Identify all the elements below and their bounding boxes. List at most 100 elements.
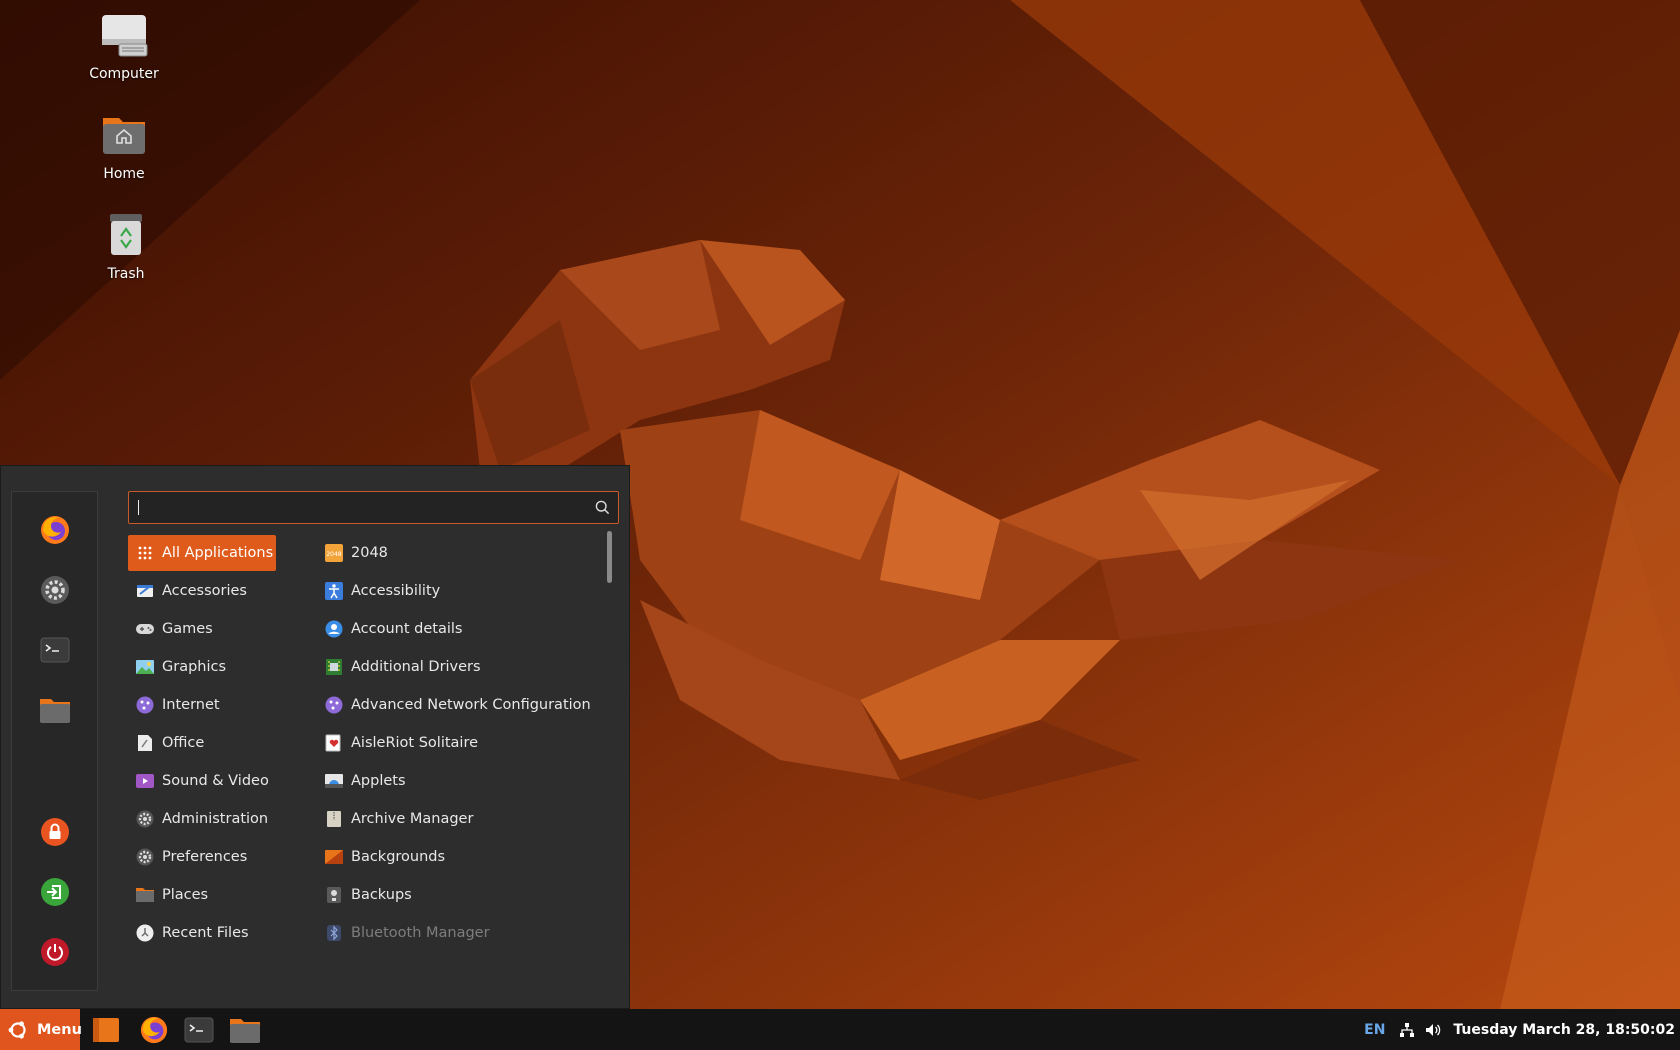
- desktop-icon-computer[interactable]: Computer: [69, 12, 179, 82]
- category-games[interactable]: Games: [128, 611, 276, 647]
- category-label: Internet: [162, 697, 220, 713]
- favorite-files[interactable]: [37, 692, 73, 728]
- bluetooth-icon: [325, 924, 343, 942]
- taskbar: Menu EN Tuesday March 28, 18:50:02: [0, 1009, 1680, 1050]
- app-label: AisleRiot Solitaire: [351, 735, 479, 751]
- category-accessories[interactable]: Accessories: [128, 573, 276, 609]
- category-graphics[interactable]: Graphics: [128, 649, 276, 685]
- app-label: Backgrounds: [351, 849, 446, 865]
- category-label: Graphics: [162, 659, 227, 675]
- app-label: Backups: [351, 887, 412, 903]
- category-label: Sound & Video: [162, 773, 269, 789]
- taskbar-firefox[interactable]: [136, 1013, 172, 1046]
- app-list-scrollbar[interactable]: [607, 531, 612, 583]
- app-label: 2048: [351, 545, 388, 561]
- app-accessibility[interactable]: Accessibility: [317, 573, 607, 609]
- desktop-icon-label: Home: [103, 166, 145, 182]
- show-desktop-icon: [93, 1017, 119, 1042]
- menu-button-label: Menu: [37, 1021, 82, 1038]
- app-label: Account details: [351, 621, 463, 637]
- app-backgrounds[interactable]: Backgrounds: [317, 839, 607, 875]
- applets-icon: [325, 772, 343, 790]
- backups-icon: [325, 886, 343, 904]
- firefox-icon: [140, 1016, 168, 1043]
- category-places[interactable]: Places: [128, 877, 276, 913]
- app-label: Accessibility: [351, 583, 441, 599]
- system-tray: EN Tuesday March 28, 18:50:02: [1364, 1009, 1680, 1050]
- taskbar-files[interactable]: [227, 1013, 263, 1046]
- category-all-applications[interactable]: All Applications: [128, 535, 276, 571]
- globe-icon: [136, 696, 154, 714]
- power-icon: [41, 938, 69, 966]
- svg-text:2048: 2048: [326, 551, 341, 558]
- cards-icon: [325, 734, 343, 752]
- folder-icon: [40, 699, 70, 723]
- logout-icon: [41, 878, 69, 906]
- app-label: Bluetooth Manager: [351, 925, 490, 941]
- category-label: Games: [162, 621, 213, 637]
- volume-icon[interactable]: [1425, 1022, 1441, 1038]
- home-folder-icon: [69, 112, 179, 162]
- gear-icon: [136, 810, 154, 828]
- taskbar-terminal[interactable]: [181, 1013, 217, 1046]
- network-icon[interactable]: [1399, 1022, 1415, 1038]
- app-label: Archive Manager: [351, 811, 474, 827]
- session-logout[interactable]: [37, 874, 73, 910]
- app-aisleriot-solitaire[interactable]: AisleRiot Solitaire: [317, 725, 607, 761]
- archive-icon: [325, 810, 343, 828]
- category-sound-video[interactable]: Sound & Video: [128, 763, 276, 799]
- keyboard-layout-indicator[interactable]: EN: [1364, 1022, 1385, 1038]
- category-internet[interactable]: Internet: [128, 687, 276, 723]
- application-menu: All Applications Accessories Games Graph…: [0, 465, 630, 1009]
- category-recent-files[interactable]: Recent Files: [128, 915, 276, 951]
- favorite-terminal[interactable]: [37, 632, 73, 668]
- category-office[interactable]: Office: [128, 725, 276, 761]
- favorite-settings[interactable]: [37, 572, 73, 608]
- trash-icon: [71, 212, 181, 262]
- media-play-icon: [136, 772, 154, 790]
- computer-icon: [69, 12, 179, 62]
- category-label: Accessories: [162, 583, 247, 599]
- app-account-details[interactable]: Account details: [317, 611, 607, 647]
- app-label: Additional Drivers: [351, 659, 481, 675]
- category-label: All Applications: [162, 545, 274, 561]
- app-backups[interactable]: Backups: [317, 877, 607, 913]
- category-label: Office: [162, 735, 205, 751]
- taskbar-show-desktop[interactable]: [88, 1013, 124, 1046]
- category-label: Places: [162, 887, 209, 903]
- terminal-icon: [184, 1017, 214, 1042]
- clock-icon: [136, 924, 154, 942]
- folder-icon: [230, 1018, 260, 1043]
- app-advanced-network-configuration[interactable]: Advanced Network Configuration: [317, 687, 607, 723]
- app-bluetooth-manager[interactable]: Bluetooth Manager: [317, 915, 607, 951]
- clock[interactable]: Tuesday March 28, 18:50:02: [1453, 1022, 1675, 1038]
- favorite-firefox[interactable]: [37, 512, 73, 548]
- image-icon: [136, 658, 154, 676]
- app-label: Applets: [351, 773, 406, 789]
- accessories-icon: [136, 582, 154, 600]
- gamepad-icon: [136, 620, 154, 638]
- firefox-icon: [41, 516, 69, 544]
- search-icon[interactable]: [595, 500, 610, 515]
- category-label: Recent Files: [162, 925, 249, 941]
- gear-icon: [136, 848, 154, 866]
- menu-button[interactable]: Menu: [0, 1009, 82, 1050]
- ubuntu-logo-icon: [7, 1019, 29, 1041]
- grid-icon: [136, 544, 154, 562]
- app-applets[interactable]: Applets: [317, 763, 607, 799]
- game-2048-icon: 2048: [325, 544, 343, 562]
- session-lock-screen[interactable]: [37, 814, 73, 850]
- search-field[interactable]: [128, 491, 619, 524]
- terminal-icon: [40, 637, 70, 663]
- network-icon: [325, 696, 343, 714]
- desktop-icon-home[interactable]: Home: [69, 112, 179, 182]
- folder-icon: [136, 886, 154, 904]
- app-additional-drivers[interactable]: Additional Drivers: [317, 649, 607, 685]
- search-input[interactable]: [136, 497, 580, 520]
- category-administration[interactable]: Administration: [128, 801, 276, 837]
- app-archive-manager[interactable]: Archive Manager: [317, 801, 607, 837]
- category-preferences[interactable]: Preferences: [128, 839, 276, 875]
- desktop-icon-trash[interactable]: Trash: [71, 212, 181, 282]
- session-shutdown[interactable]: [37, 934, 73, 970]
- app-2048[interactable]: 2048 2048: [317, 535, 607, 571]
